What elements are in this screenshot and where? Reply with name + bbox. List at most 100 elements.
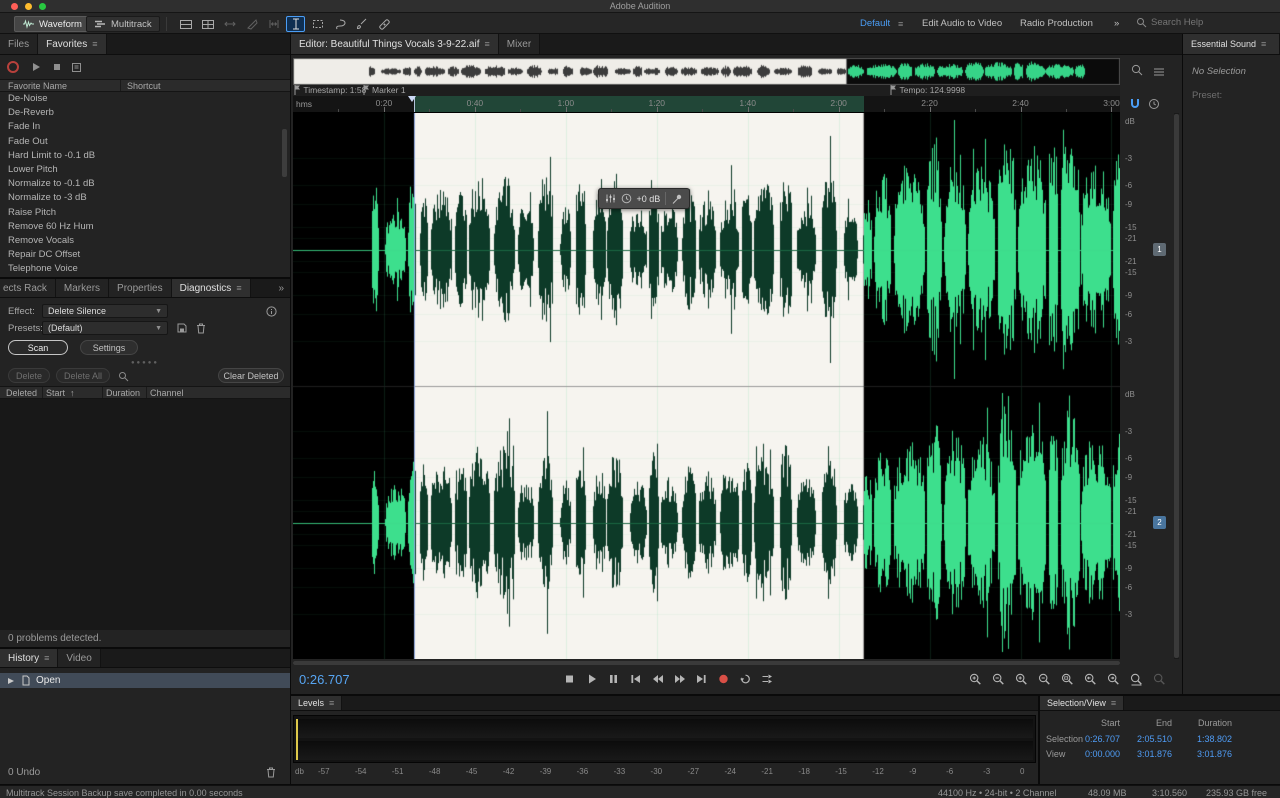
- stop-button[interactable]: [560, 671, 578, 687]
- multitrack-mode-button[interactable]: Multitrack: [86, 16, 160, 32]
- play-button[interactable]: [582, 671, 600, 687]
- panel-menu-icon[interactable]: ≡: [1111, 698, 1116, 708]
- tab-favorites[interactable]: Favorites≡: [38, 34, 106, 54]
- save-preset-button[interactable]: [175, 321, 189, 335]
- record-favorite-button[interactable]: [5, 59, 21, 75]
- favorite-item[interactable]: De-Noise: [0, 92, 286, 106]
- spot-healing-brush-tool-button[interactable]: [374, 16, 393, 32]
- marquee-selection-tool-button[interactable]: [308, 16, 327, 32]
- column-start[interactable]: Start: [46, 388, 65, 398]
- favorite-item[interactable]: Fade Out: [0, 135, 286, 149]
- hud-gain-value[interactable]: +0 dB: [637, 194, 661, 204]
- tab-selection-view[interactable]: Selection/View≡: [1040, 696, 1124, 710]
- batch-favorite-button[interactable]: [69, 59, 85, 75]
- ruler-unit-label[interactable]: hms: [296, 99, 312, 109]
- favorite-item[interactable]: Lower Pitch: [0, 163, 286, 177]
- channel-1-badge[interactable]: 1: [1153, 243, 1166, 256]
- selection-duration-value[interactable]: 1:38.802: [1180, 734, 1232, 744]
- favorite-item[interactable]: Hard Limit to -0.1 dB: [0, 149, 286, 163]
- overview-menu-button[interactable]: [1151, 64, 1167, 80]
- history-item-open[interactable]: Open: [0, 673, 290, 688]
- lasso-selection-tool-button[interactable]: [330, 16, 349, 32]
- zoom-selection-in-point-button[interactable]: [1081, 671, 1099, 687]
- selection-end-value[interactable]: 2:05.510: [1128, 734, 1172, 744]
- timeline-ruler[interactable]: hms 0:200:401:001:201:402:002:202:403:00: [293, 96, 1120, 113]
- marker-lane[interactable]: Timestamp: 1:58Marker 1 Tempo: 124.9998: [293, 85, 1120, 96]
- zoom-full-button[interactable]: [1127, 671, 1145, 687]
- waveform-mode-button[interactable]: Waveform: [14, 16, 90, 32]
- workspace-default-button[interactable]: Default: [860, 18, 890, 29]
- rewind-button[interactable]: [648, 671, 666, 687]
- razor-tool-button[interactable]: [242, 16, 261, 32]
- panel-menu-icon[interactable]: ≡: [484, 39, 489, 49]
- horizontal-scrollbar[interactable]: [293, 661, 1120, 665]
- tab-mixer[interactable]: Mixer: [499, 34, 540, 54]
- level-meters[interactable]: [293, 715, 1036, 763]
- vertical-scrollbar[interactable]: [1174, 113, 1179, 659]
- favorite-item[interactable]: Remove 60 Hz Hum: [0, 220, 286, 234]
- time-selection-tool-button[interactable]: [286, 16, 305, 32]
- panel-splitter-handle[interactable]: ●●●●●: [0, 360, 290, 366]
- paintbrush-tool-button[interactable]: [352, 16, 371, 32]
- delete-all-button[interactable]: Delete All: [56, 368, 110, 383]
- zoom-out-amplitude-button[interactable]: [989, 671, 1007, 687]
- timeline-marker[interactable]: Timestamp: 1:58: [294, 85, 366, 95]
- fast-forward-button[interactable]: [670, 671, 688, 687]
- view-duration-value[interactable]: 3:01.876: [1180, 749, 1232, 759]
- slip-tool-button[interactable]: [264, 16, 283, 32]
- favorite-item[interactable]: Normalize to -3 dB: [0, 191, 286, 205]
- tab-files[interactable]: Files: [0, 34, 38, 54]
- workspace-radio-production-button[interactable]: Radio Production: [1020, 18, 1093, 29]
- tab-diagnostics[interactable]: Diagnostics≡: [172, 279, 251, 297]
- deleted-list-area[interactable]: [0, 399, 290, 630]
- clear-deleted-button[interactable]: Clear Deleted: [218, 368, 284, 383]
- column-channel[interactable]: Channel: [150, 388, 184, 398]
- clear-history-button[interactable]: [264, 765, 278, 779]
- delete-preset-button[interactable]: [194, 321, 208, 335]
- tab-properties[interactable]: Properties: [109, 279, 172, 297]
- vertical-scrollbar-thumb[interactable]: [1174, 114, 1179, 658]
- playhead-handle[interactable]: [408, 96, 416, 102]
- horizontal-scrollbar-thumb[interactable]: [293, 661, 1120, 665]
- close-window-button[interactable]: [11, 3, 18, 10]
- record-button[interactable]: [714, 671, 732, 687]
- panel-menu-icon[interactable]: ≡: [329, 698, 334, 708]
- tab-levels[interactable]: Levels≡: [291, 696, 342, 710]
- tab-essential-sound[interactable]: Essential Sound≡: [1183, 34, 1280, 54]
- favorite-item[interactable]: Raise Pitch: [0, 206, 286, 220]
- favorite-item[interactable]: De-Reverb: [0, 106, 286, 120]
- waveform-hud[interactable]: +0 dB: [598, 188, 690, 209]
- pause-button[interactable]: [604, 671, 622, 687]
- maximize-window-button[interactable]: [39, 3, 46, 10]
- timeline-marker[interactable]: Tempo: 124.9998: [890, 85, 965, 95]
- favorite-item[interactable]: Repair DC Offset: [0, 248, 286, 262]
- delete-button[interactable]: Delete: [8, 368, 50, 383]
- zoom-selection-out-point-button[interactable]: [1104, 671, 1122, 687]
- zoom-reset-button[interactable]: [1150, 671, 1168, 687]
- overview-strip[interactable]: [293, 58, 1120, 85]
- favorites-scrollbar[interactable]: [282, 129, 287, 177]
- workspace-edit-audio-to-video-button[interactable]: Edit Audio to Video: [922, 18, 1002, 29]
- panel-menu-icon[interactable]: ≡: [236, 283, 241, 293]
- panel-menu-icon[interactable]: ≡: [92, 39, 97, 49]
- zoom-in-amplitude-button[interactable]: [966, 671, 984, 687]
- view-end-value[interactable]: 3:01.876: [1128, 749, 1172, 759]
- tab-video[interactable]: Video: [58, 649, 100, 667]
- column-shortcut[interactable]: Shortcut: [127, 81, 161, 91]
- column-duration[interactable]: Duration: [106, 388, 140, 398]
- move-tool-button[interactable]: [220, 16, 239, 32]
- favorite-item[interactable]: Normalize to -0.1 dB: [0, 177, 286, 191]
- skip-selection-button[interactable]: [758, 671, 776, 687]
- hud-pin-icon[interactable]: [671, 193, 683, 205]
- editor-layout-split-button[interactable]: [198, 16, 217, 32]
- zoom-out-time-button[interactable]: [1035, 671, 1053, 687]
- waveform-canvas[interactable]: [293, 113, 1120, 659]
- search-help-input[interactable]: [1151, 17, 1261, 28]
- loop-playback-button[interactable]: [736, 671, 754, 687]
- favorite-item[interactable]: Telephone Voice: [0, 262, 286, 276]
- tab-history[interactable]: History≡: [0, 649, 58, 667]
- workspace-menu-icon[interactable]: ≡: [898, 19, 903, 29]
- timeline-marker[interactable]: Marker 1: [363, 85, 406, 95]
- scan-button[interactable]: Scan: [8, 340, 68, 355]
- panel-menu-icon[interactable]: ≡: [1261, 39, 1266, 49]
